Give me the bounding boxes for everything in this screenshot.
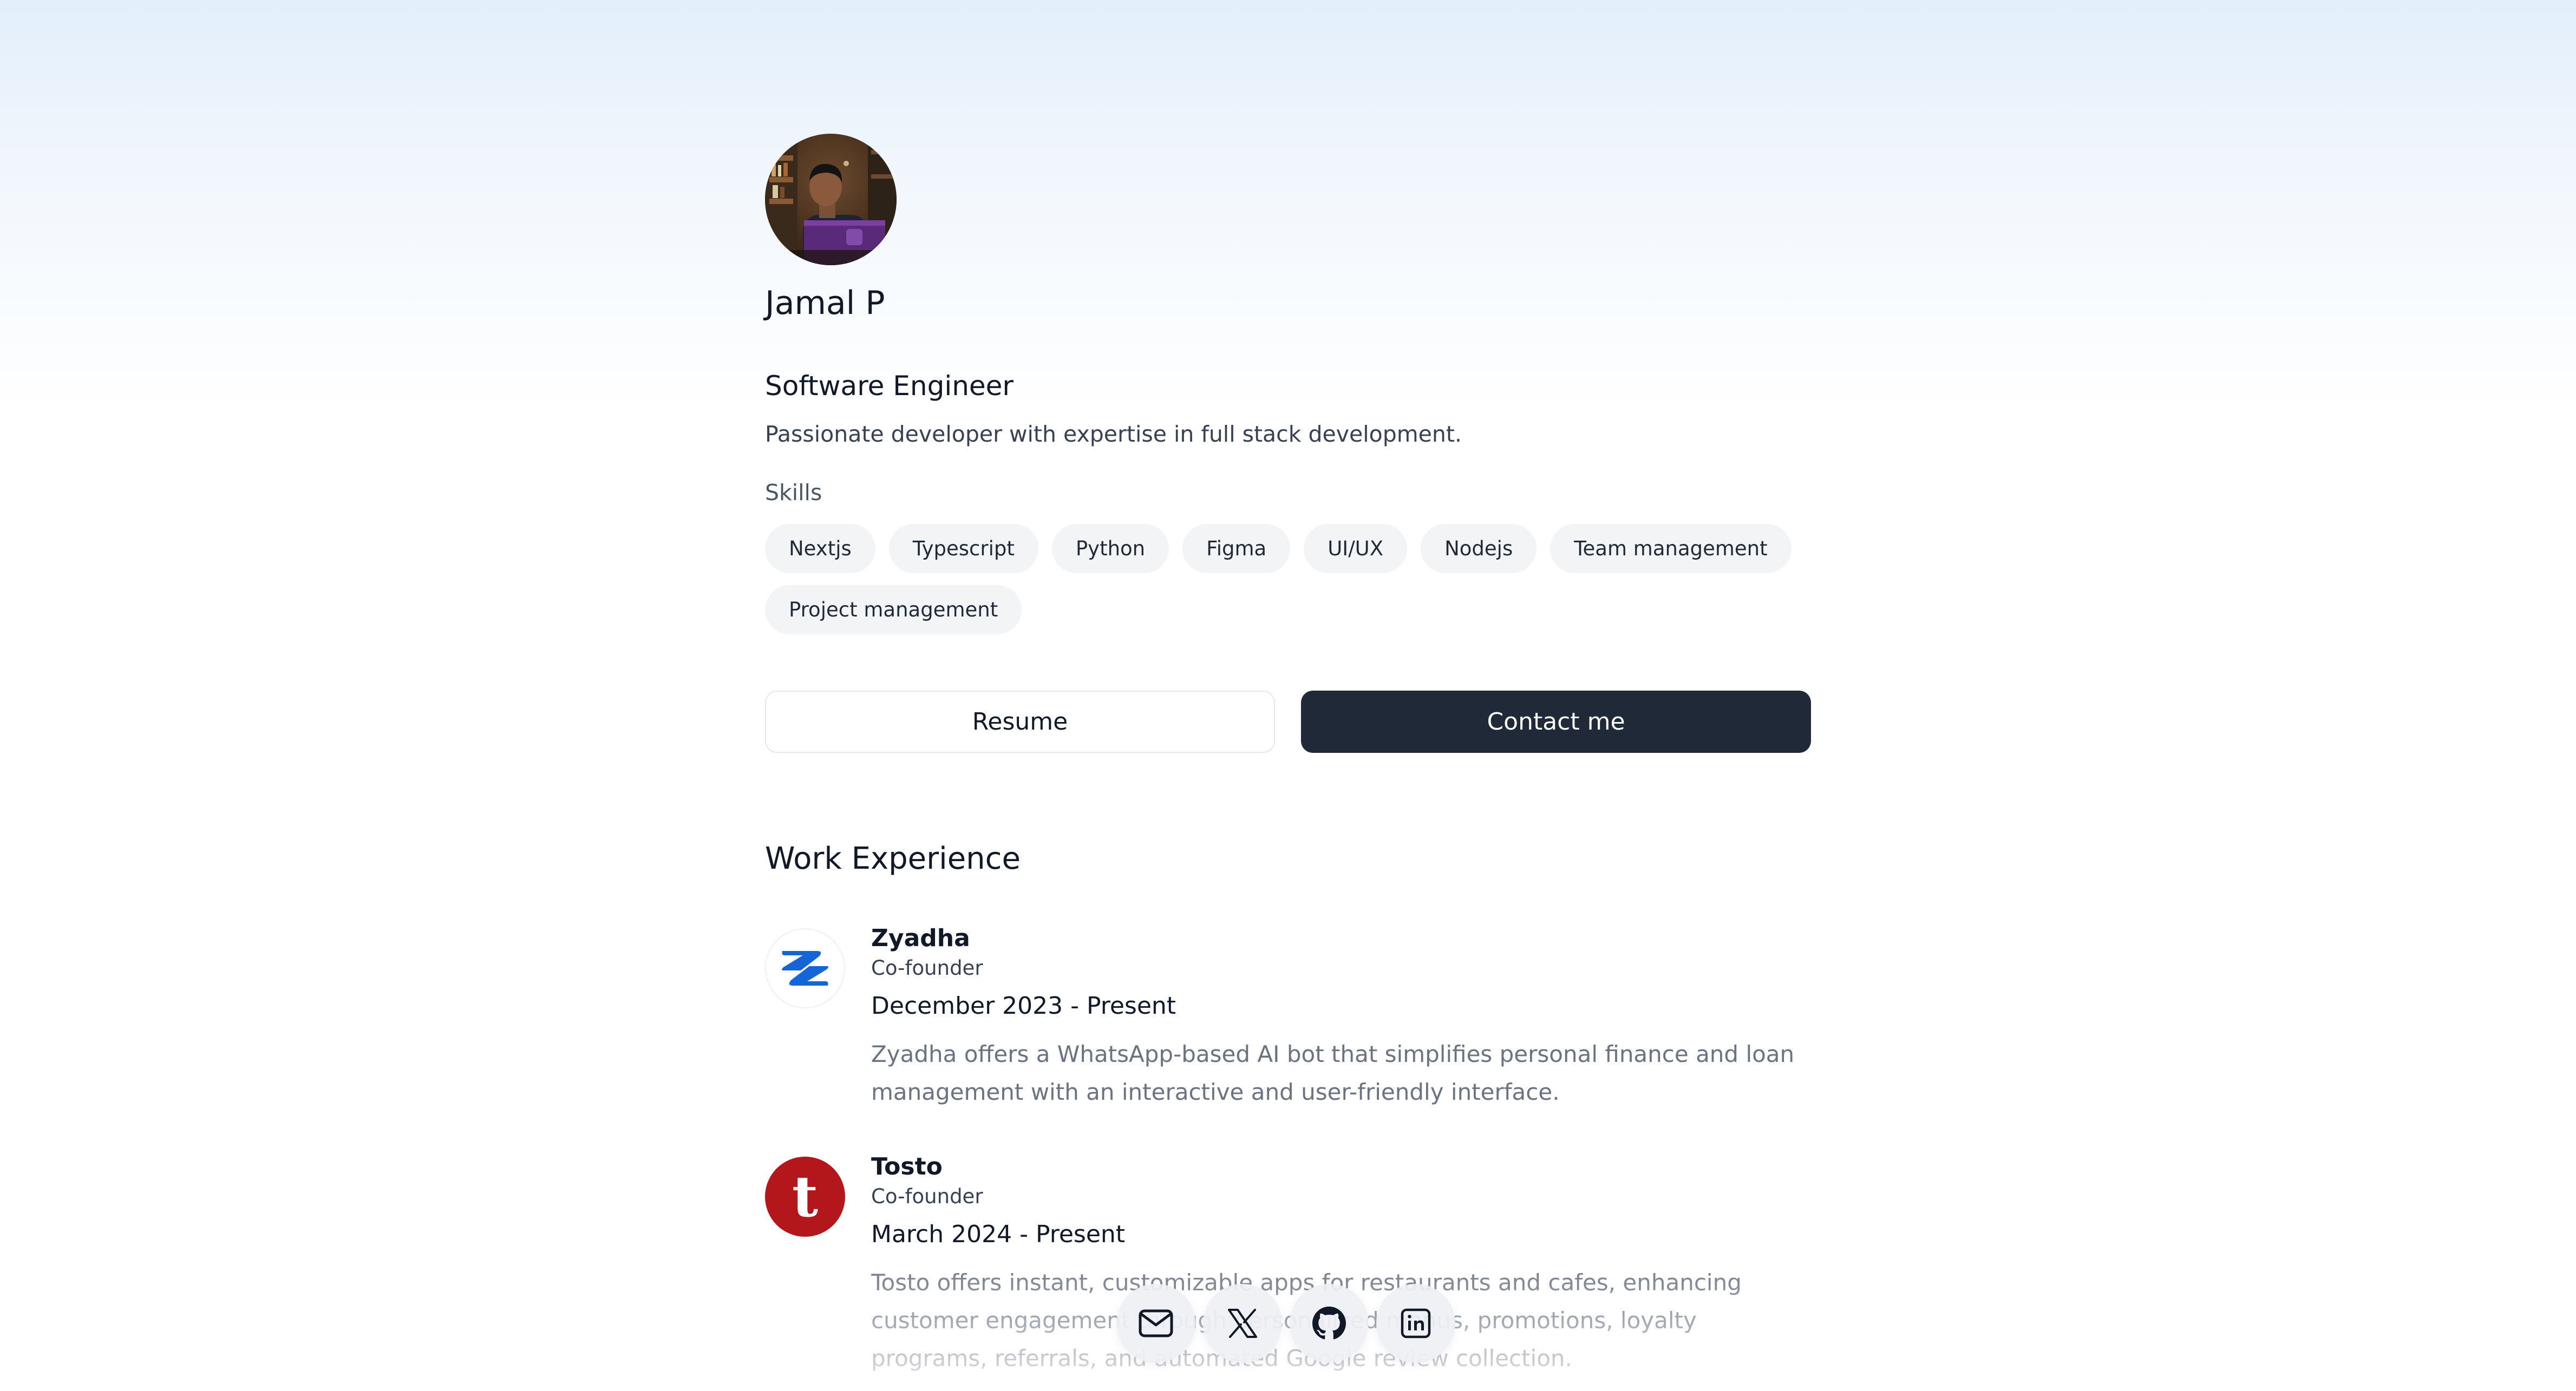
avatar-photo: [765, 134, 897, 265]
job-role: Co-founder: [871, 956, 983, 980]
skills-list: Nextjs Typescript Python Figma UI/UX Nod…: [765, 524, 1811, 634]
job-description: Zyadha offers a WhatsApp-based AI bot th…: [871, 1041, 1795, 1105]
job-period: March 2024 - Present: [871, 1221, 1126, 1248]
mail-icon: [1139, 1309, 1173, 1337]
skill-chip: Figma: [1182, 524, 1291, 573]
company-name: Tosto: [871, 1153, 943, 1180]
job-role: Co-founder: [871, 1185, 983, 1208]
social-dock: [1116, 1284, 1455, 1363]
github-icon: [1312, 1307, 1346, 1340]
skill-chip: Typescript: [888, 524, 1038, 573]
x-icon: [1228, 1309, 1257, 1338]
profile-actions: Resume Contact me: [765, 691, 1811, 753]
job-period: December 2023 - Present: [871, 992, 1176, 1020]
skill-chip: Python: [1051, 524, 1169, 573]
x-link[interactable]: [1203, 1284, 1282, 1363]
zyadha-logo-icon: [765, 928, 845, 1008]
zyadha-logo-mark: [782, 951, 828, 986]
avatar: [765, 134, 897, 265]
skill-chip: Team management: [1550, 524, 1792, 573]
github-link[interactable]: [1290, 1284, 1369, 1363]
tosto-logo-icon: t: [765, 1157, 845, 1237]
profile-section: Jamal P Software Engineer Passionate dev…: [765, 134, 1811, 753]
profile-name: Jamal P: [765, 284, 885, 322]
work-experience-heading: Work Experience: [765, 841, 1021, 876]
job-details: Zyadha Co-founder December 2023 - Presen…: [871, 923, 1811, 1111]
skill-chip: Nextjs: [765, 524, 875, 573]
profile-bio: Passionate developer with expertise in f…: [765, 421, 1462, 447]
skill-chip: UI/UX: [1304, 524, 1408, 573]
email-link[interactable]: [1116, 1284, 1195, 1363]
skill-chip: Project management: [765, 585, 1022, 634]
profile-main: Jamal P Software Engineer Passionate dev…: [765, 134, 1811, 1377]
linkedin-link[interactable]: [1376, 1284, 1455, 1363]
linkedin-icon: [1401, 1308, 1431, 1338]
skills-heading: Skills: [765, 480, 822, 506]
company-name: Zyadha: [871, 924, 970, 952]
skill-chip: Nodejs: [1421, 524, 1537, 573]
resume-button[interactable]: Resume: [765, 691, 1275, 753]
job-item-zyadha[interactable]: Zyadha Co-founder December 2023 - Presen…: [765, 923, 1811, 1111]
contact-me-button[interactable]: Contact me: [1301, 691, 1811, 753]
profile-title: Software Engineer: [765, 370, 1014, 402]
